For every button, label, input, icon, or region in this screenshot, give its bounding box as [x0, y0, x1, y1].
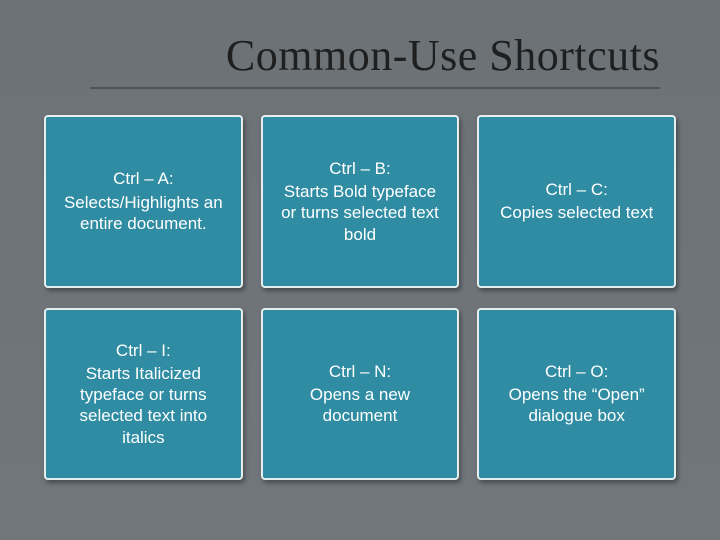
- card-desc: Copies selected text: [500, 202, 653, 223]
- card-heading: Ctrl – I:: [116, 340, 171, 361]
- slide: Common-Use Shortcuts Ctrl – A: Selects/H…: [0, 0, 720, 540]
- card-heading: Ctrl – O:: [545, 361, 608, 382]
- cards-grid: Ctrl – A: Selects/Highlights an entire d…: [30, 115, 690, 480]
- slide-title: Common-Use Shortcuts: [90, 30, 660, 81]
- card-heading: Ctrl – A:: [113, 168, 173, 189]
- card-ctrl-c: Ctrl – C: Copies selected text: [477, 115, 676, 288]
- card-desc: Opens the “Open” dialogue box: [493, 384, 660, 427]
- card-desc: Starts Bold typeface or turns selected t…: [277, 181, 444, 245]
- title-container: Common-Use Shortcuts: [90, 30, 660, 89]
- card-ctrl-n: Ctrl – N: Opens a new document: [261, 308, 460, 481]
- card-ctrl-a: Ctrl – A: Selects/Highlights an entire d…: [44, 115, 243, 288]
- card-heading: Ctrl – N:: [329, 361, 391, 382]
- card-desc: Opens a new document: [277, 384, 444, 427]
- card-heading: Ctrl – C:: [545, 179, 607, 200]
- card-ctrl-o: Ctrl – O: Opens the “Open” dialogue box: [477, 308, 676, 481]
- card-desc: Starts Italicized typeface or turns sele…: [60, 363, 227, 448]
- card-desc: Selects/Highlights an entire document.: [60, 192, 227, 235]
- card-heading: Ctrl – B:: [329, 158, 390, 179]
- card-ctrl-b: Ctrl – B: Starts Bold typeface or turns …: [261, 115, 460, 288]
- card-ctrl-i: Ctrl – I: Starts Italicized typeface or …: [44, 308, 243, 481]
